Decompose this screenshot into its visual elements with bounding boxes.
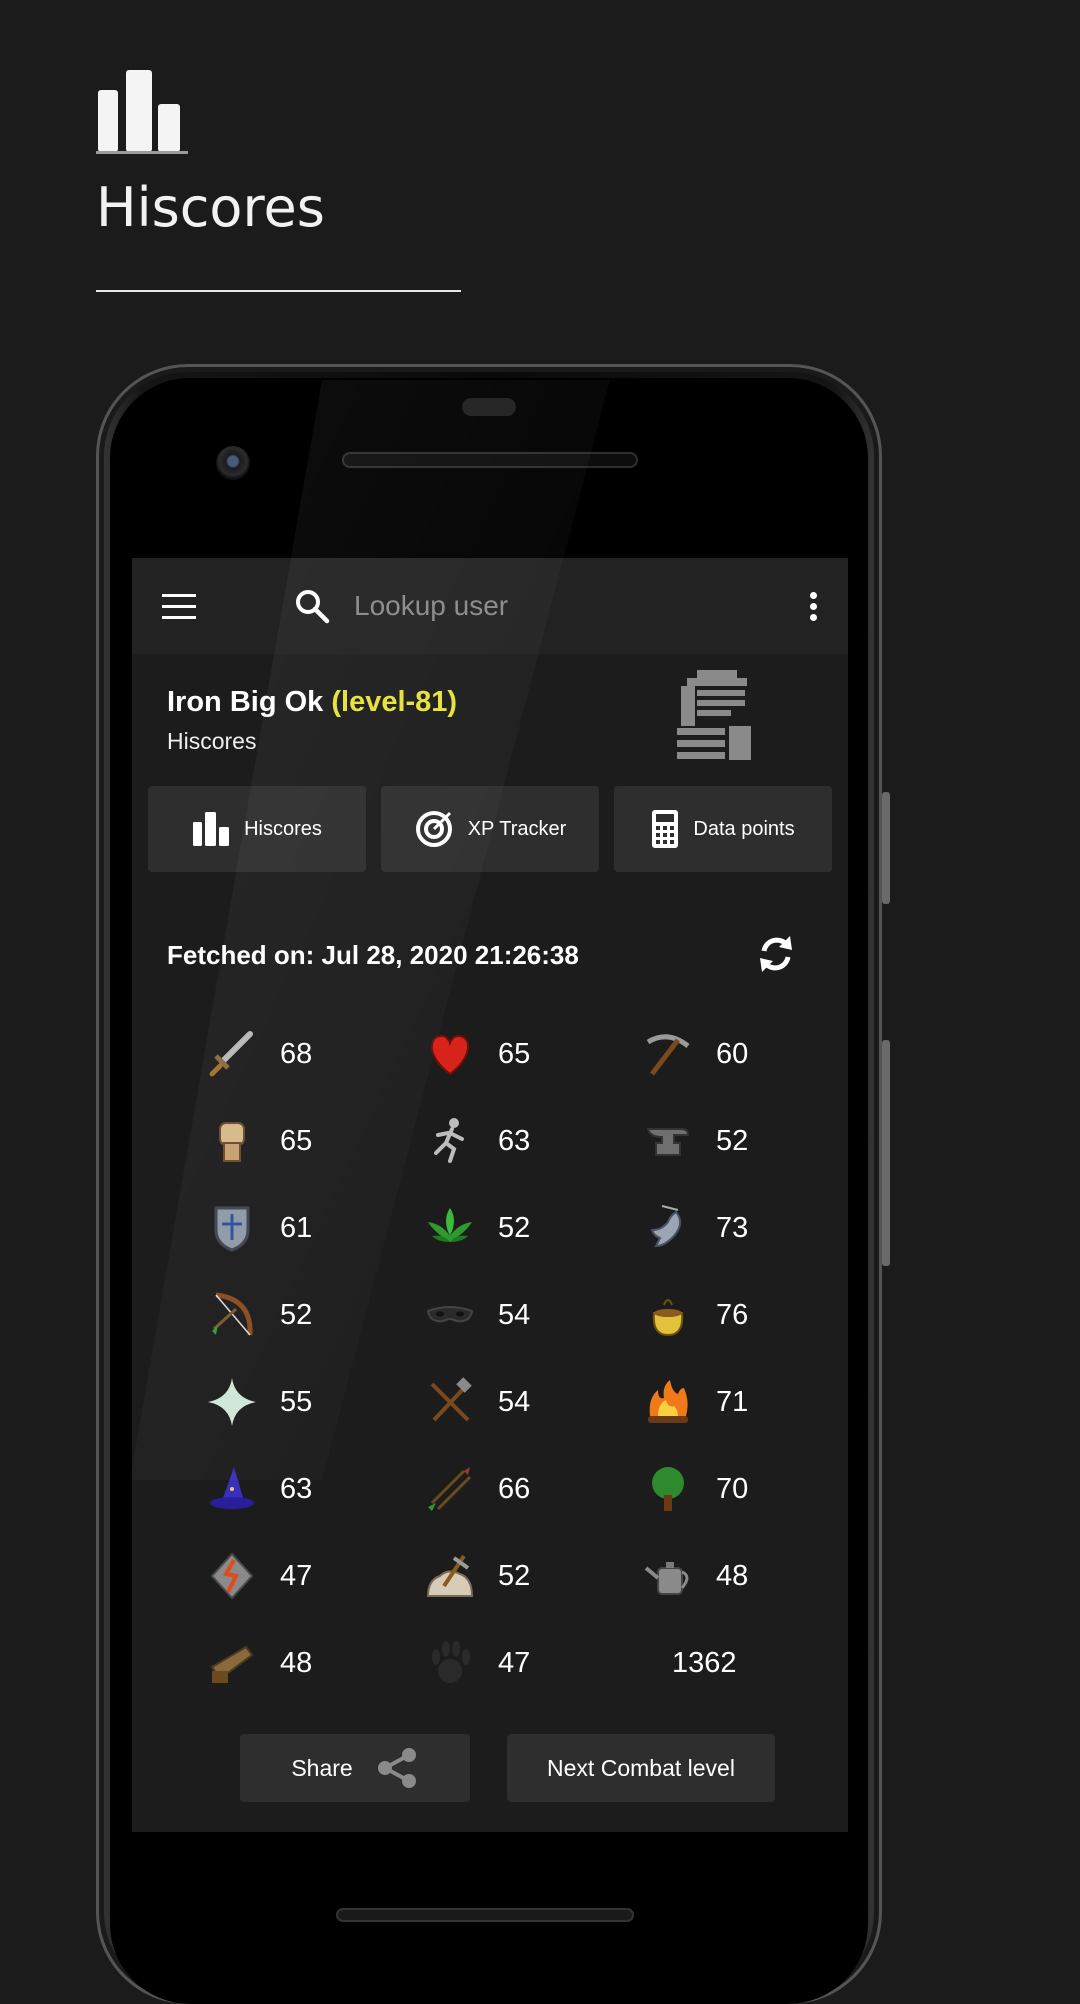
camera-icon	[216, 446, 250, 480]
hammer-chisel-icon	[430, 1377, 472, 1422]
skill-ranged[interactable]: 52	[206, 1285, 312, 1345]
divider	[96, 290, 461, 292]
skill-cooking[interactable]: 76	[642, 1285, 748, 1345]
skill-fishing[interactable]: 73	[642, 1198, 748, 1258]
skill-prayer[interactable]: 55	[206, 1372, 312, 1432]
skill-attack[interactable]: 68	[206, 1024, 312, 1084]
fist-icon	[219, 1122, 245, 1162]
skill-magic[interactable]: 63	[206, 1459, 312, 1519]
skill-firemaking[interactable]: 71	[642, 1372, 748, 1432]
share-icon	[377, 1748, 416, 1788]
calculator-icon	[652, 810, 679, 848]
skill-fletching[interactable]: 66	[424, 1459, 530, 1519]
heart-icon	[431, 1034, 469, 1076]
pickaxe-icon	[646, 1034, 690, 1076]
skill-strength[interactable]: 65	[206, 1111, 312, 1171]
tree-icon	[652, 1467, 684, 1511]
shield-icon	[214, 1206, 250, 1252]
more-options-icon[interactable]	[810, 592, 818, 622]
bar-chart-icon	[96, 70, 188, 154]
skill-herblore[interactable]: 52	[424, 1198, 530, 1258]
paw-icon	[432, 1641, 470, 1683]
skill-woodcutting[interactable]: 70	[642, 1459, 748, 1519]
skill-crafting[interactable]: 54	[424, 1372, 530, 1432]
saw-icon	[210, 1645, 254, 1683]
ironman-helm-icon	[677, 670, 751, 760]
skill-construction[interactable]: 52	[424, 1546, 530, 1606]
watering-can-icon	[644, 1562, 689, 1595]
rune-icon	[210, 1552, 254, 1600]
bar-chart-icon	[193, 812, 230, 846]
speaker-grille	[342, 452, 638, 468]
anvil-icon	[646, 1128, 690, 1156]
skill-hunter-tool[interactable]: 48	[206, 1633, 312, 1693]
star-icon	[208, 1378, 256, 1426]
wizard-hat-icon	[210, 1467, 254, 1509]
stew-icon	[652, 1299, 684, 1337]
toolbar	[132, 558, 848, 654]
skill-smithing[interactable]: 52	[642, 1111, 748, 1171]
tab-data-points[interactable]: Data points	[614, 786, 832, 872]
tab-label: Data points	[693, 817, 795, 840]
tab-xp-tracker[interactable]: XP Tracker	[381, 786, 599, 872]
tab-hiscores[interactable]: Hiscores	[148, 786, 366, 872]
skill-agility[interactable]: 63	[424, 1111, 530, 1171]
tab-label: XP Tracker	[467, 817, 567, 840]
refresh-icon[interactable]	[756, 934, 796, 974]
arrows-icon	[428, 1467, 472, 1511]
player-name-text: Iron Big Ok	[167, 686, 324, 718]
mining-rock-icon	[426, 1554, 474, 1597]
herb-icon	[428, 1208, 472, 1242]
skill-runecraft[interactable]: 47	[206, 1546, 312, 1606]
skill-defence[interactable]: 61	[206, 1198, 312, 1258]
skill-hunter[interactable]: 47	[424, 1633, 530, 1693]
skill-mining[interactable]: 60	[642, 1024, 748, 1084]
skill-hitpoints[interactable]: 65	[424, 1024, 530, 1084]
share-label: Share	[291, 1754, 353, 1781]
target-icon	[415, 811, 452, 847]
promo-title: Hiscores	[96, 176, 325, 239]
player-name: Iron Big Ok (level-81)	[167, 686, 457, 719]
skill-thieving[interactable]: 54	[424, 1285, 530, 1345]
fish-icon	[650, 1205, 682, 1248]
next-combat-level-button[interactable]: Next Combat level	[507, 1734, 775, 1802]
share-button[interactable]: Share	[240, 1734, 470, 1802]
combat-level: (level-81)	[331, 686, 458, 718]
app-screen: Iron Big Ok (level-81) Hiscores Hiscores	[132, 558, 848, 1832]
search-icon	[296, 590, 330, 624]
proximity-sensor	[462, 398, 516, 416]
next-combat-label: Next Combat level	[547, 1754, 735, 1781]
total-level: 1362	[672, 1646, 737, 1679]
tab-label: Hiscores	[244, 817, 322, 840]
fire-icon	[648, 1380, 688, 1423]
search-input[interactable]	[354, 582, 714, 630]
menu-icon[interactable]	[162, 594, 196, 620]
bow-icon	[212, 1292, 253, 1336]
player-subtitle: Hiscores	[167, 728, 257, 754]
fetched-timestamp: Fetched on: Jul 28, 2020 21:26:38	[167, 940, 579, 970]
runner-icon	[434, 1118, 464, 1163]
skill-farming[interactable]: 48	[642, 1546, 748, 1606]
sword-icon	[209, 1031, 253, 1077]
mask-icon	[426, 1306, 474, 1323]
